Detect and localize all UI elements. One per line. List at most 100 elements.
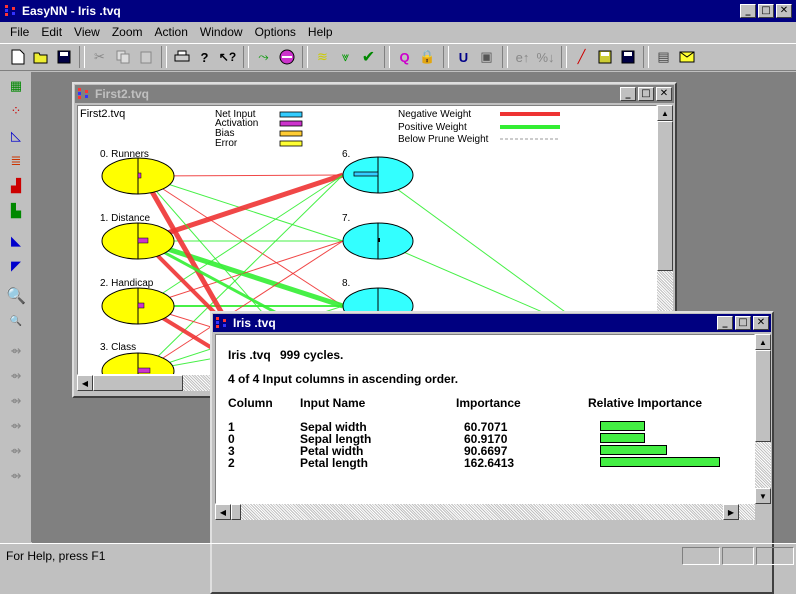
menu-zoom[interactable]: Zoom bbox=[106, 25, 149, 39]
prune-node-icon[interactable]: ⇴ bbox=[3, 465, 29, 487]
minimize-button[interactable]: _ bbox=[740, 4, 756, 18]
stop-icon[interactable] bbox=[275, 46, 298, 68]
export-icon[interactable]: e↑ bbox=[511, 46, 534, 68]
menu-edit[interactable]: Edit bbox=[35, 25, 68, 39]
network-window-titlebar[interactable]: First2.tvq _ □ ✕ bbox=[75, 85, 674, 103]
rate-icon[interactable]: ≋ bbox=[311, 46, 334, 68]
cut-icon[interactable]: ✂ bbox=[88, 46, 111, 68]
report-scroll-left-button[interactable]: ◀ bbox=[215, 504, 231, 520]
toolbar-separator bbox=[384, 46, 390, 68]
legend-swatch-error bbox=[279, 140, 303, 147]
mail-icon[interactable] bbox=[675, 46, 698, 68]
report-window-titlebar[interactable]: Iris .tvq _ □ ✕ bbox=[213, 314, 771, 332]
report-window-icon bbox=[216, 317, 226, 328]
query-icon[interactable]: Q bbox=[393, 46, 416, 68]
row-name: Petal length bbox=[300, 456, 369, 470]
input-node-icon[interactable]: ⇴ bbox=[3, 340, 29, 362]
menu-options[interactable]: Options bbox=[249, 25, 302, 39]
status-panel-3 bbox=[756, 546, 794, 565]
report-cycles: 999 cycles. bbox=[280, 348, 344, 362]
report-vertical-scrollbar[interactable]: ▲ ▼ bbox=[755, 334, 771, 504]
menu-file[interactable]: File bbox=[4, 25, 35, 39]
report-size-grip[interactable] bbox=[755, 504, 771, 520]
zoom-out-icon[interactable]: 🔍 bbox=[3, 310, 29, 332]
validate-icon[interactable]: ⩔ bbox=[334, 46, 357, 68]
error-graph-icon[interactable]: ◣ bbox=[3, 230, 29, 252]
connect-node-icon[interactable]: ⇴ bbox=[3, 415, 29, 437]
output-node-icon[interactable]: ⇴ bbox=[3, 390, 29, 412]
copy-icon[interactable] bbox=[111, 46, 134, 68]
paste-icon[interactable] bbox=[134, 46, 157, 68]
percent-icon[interactable]: %↓ bbox=[534, 46, 557, 68]
report-horizontal-scrollbar[interactable]: ◀ ▶ bbox=[215, 504, 755, 520]
report-minimize-button[interactable]: _ bbox=[717, 316, 733, 330]
report-scroll-down-button[interactable]: ▼ bbox=[755, 488, 771, 504]
save-icon[interactable] bbox=[52, 46, 75, 68]
legend-swatch-activation bbox=[279, 120, 303, 127]
network-minimize-button[interactable]: _ bbox=[620, 87, 636, 101]
maximize-button[interactable]: □ bbox=[758, 4, 774, 18]
trend-graph-icon[interactable]: ◤ bbox=[3, 255, 29, 277]
input-node-2-activation bbox=[137, 302, 145, 309]
header-input-name: Input Name bbox=[300, 396, 366, 410]
open-folder-icon[interactable] bbox=[29, 46, 52, 68]
status-panel-2 bbox=[722, 546, 754, 565]
network-view-icon[interactable]: ⁘ bbox=[3, 100, 29, 122]
input-node-1-activation bbox=[137, 237, 149, 244]
print-icon[interactable] bbox=[170, 46, 193, 68]
menu-help[interactable]: Help bbox=[302, 25, 339, 39]
network-maximize-button[interactable]: □ bbox=[638, 87, 654, 101]
toolbar-separator bbox=[502, 46, 508, 68]
toolbar-separator bbox=[302, 46, 308, 68]
toolbar-separator bbox=[443, 46, 449, 68]
input-node-label-1: 1. Distance bbox=[100, 213, 151, 224]
hidden-node-icon[interactable]: ⇴ bbox=[3, 365, 29, 387]
pen-icon[interactable]: ╱ bbox=[570, 46, 593, 68]
save-network-icon[interactable] bbox=[593, 46, 616, 68]
network-scroll-up-button[interactable]: ▲ bbox=[657, 105, 673, 121]
row-importance: 162.6413 bbox=[464, 456, 515, 470]
app-icon bbox=[5, 5, 15, 16]
lock-query-icon[interactable]: 🔒 bbox=[416, 46, 439, 68]
zoom-in-icon[interactable]: 🔍 bbox=[3, 285, 29, 307]
unlock-icon[interactable]: U bbox=[452, 46, 475, 68]
report-hscroll-thumb[interactable] bbox=[231, 504, 241, 520]
report-icon[interactable]: ▤ bbox=[652, 46, 675, 68]
header-relative-importance: Relative Importance bbox=[588, 396, 703, 410]
left-toolbar: ▦ ⁘ ◺ ≣ ▟ ▙ ◣ ◤ 🔍 🔍 ⇴ ⇴ ⇴ ⇴ ⇴ ⇴ bbox=[0, 72, 32, 542]
importance-graph-icon[interactable]: ▟ bbox=[3, 175, 29, 197]
predictions-graph-icon[interactable]: ≣ bbox=[3, 150, 29, 172]
report-scroll-up-button[interactable]: ▲ bbox=[755, 334, 771, 350]
menu-window[interactable]: Window bbox=[194, 25, 249, 39]
help-icon[interactable]: ? bbox=[193, 46, 216, 68]
check-icon[interactable]: ✔ bbox=[357, 46, 380, 68]
report-maximize-button[interactable]: □ bbox=[735, 316, 751, 330]
hidden-node-label-8: 8. bbox=[342, 278, 351, 289]
network-close-button[interactable]: ✕ bbox=[656, 87, 672, 101]
save-as-icon[interactable] bbox=[616, 46, 639, 68]
context-help-icon[interactable]: ↖? bbox=[216, 46, 239, 68]
network-hscroll-thumb[interactable] bbox=[93, 375, 183, 391]
menu-view[interactable]: View bbox=[68, 25, 106, 39]
report-close-button[interactable]: ✕ bbox=[753, 316, 769, 330]
grid-view-icon[interactable]: ▦ bbox=[3, 75, 29, 97]
close-button[interactable]: ✕ bbox=[776, 4, 792, 18]
learning-graph-icon[interactable]: ◺ bbox=[3, 125, 29, 147]
toolbar: ✂ ? ↖? ⤳ ≋ ⩔ ✔ Q 🔒 U ▣ e↑ %↓ ╱ ▤ bbox=[0, 43, 796, 71]
hidden-node-label-7: 7. bbox=[342, 213, 351, 224]
toolbar-separator bbox=[79, 46, 85, 68]
legend-positive-weight: Positive Weight bbox=[398, 122, 467, 133]
report-scroll-right-button[interactable]: ▶ bbox=[723, 504, 739, 520]
report-content: Iris .tvq 999 cycles. 4 of 4 Input colum… bbox=[215, 334, 755, 504]
delete-node-icon[interactable]: ⇴ bbox=[3, 440, 29, 462]
report-scroll-thumb[interactable] bbox=[755, 350, 771, 442]
network-scroll-thumb[interactable] bbox=[657, 121, 673, 271]
menu-action[interactable]: Action bbox=[149, 25, 194, 39]
new-file-icon[interactable] bbox=[6, 46, 29, 68]
sensitivity-graph-icon[interactable]: ▙ bbox=[3, 200, 29, 222]
app-title: EasyNN - Iris .tvq bbox=[22, 4, 121, 18]
learn-icon[interactable]: ⤳ bbox=[252, 46, 275, 68]
chip-icon[interactable]: ▣ bbox=[475, 46, 498, 68]
network-scroll-left-button[interactable]: ◀ bbox=[77, 375, 93, 391]
toolbar-separator bbox=[561, 46, 567, 68]
